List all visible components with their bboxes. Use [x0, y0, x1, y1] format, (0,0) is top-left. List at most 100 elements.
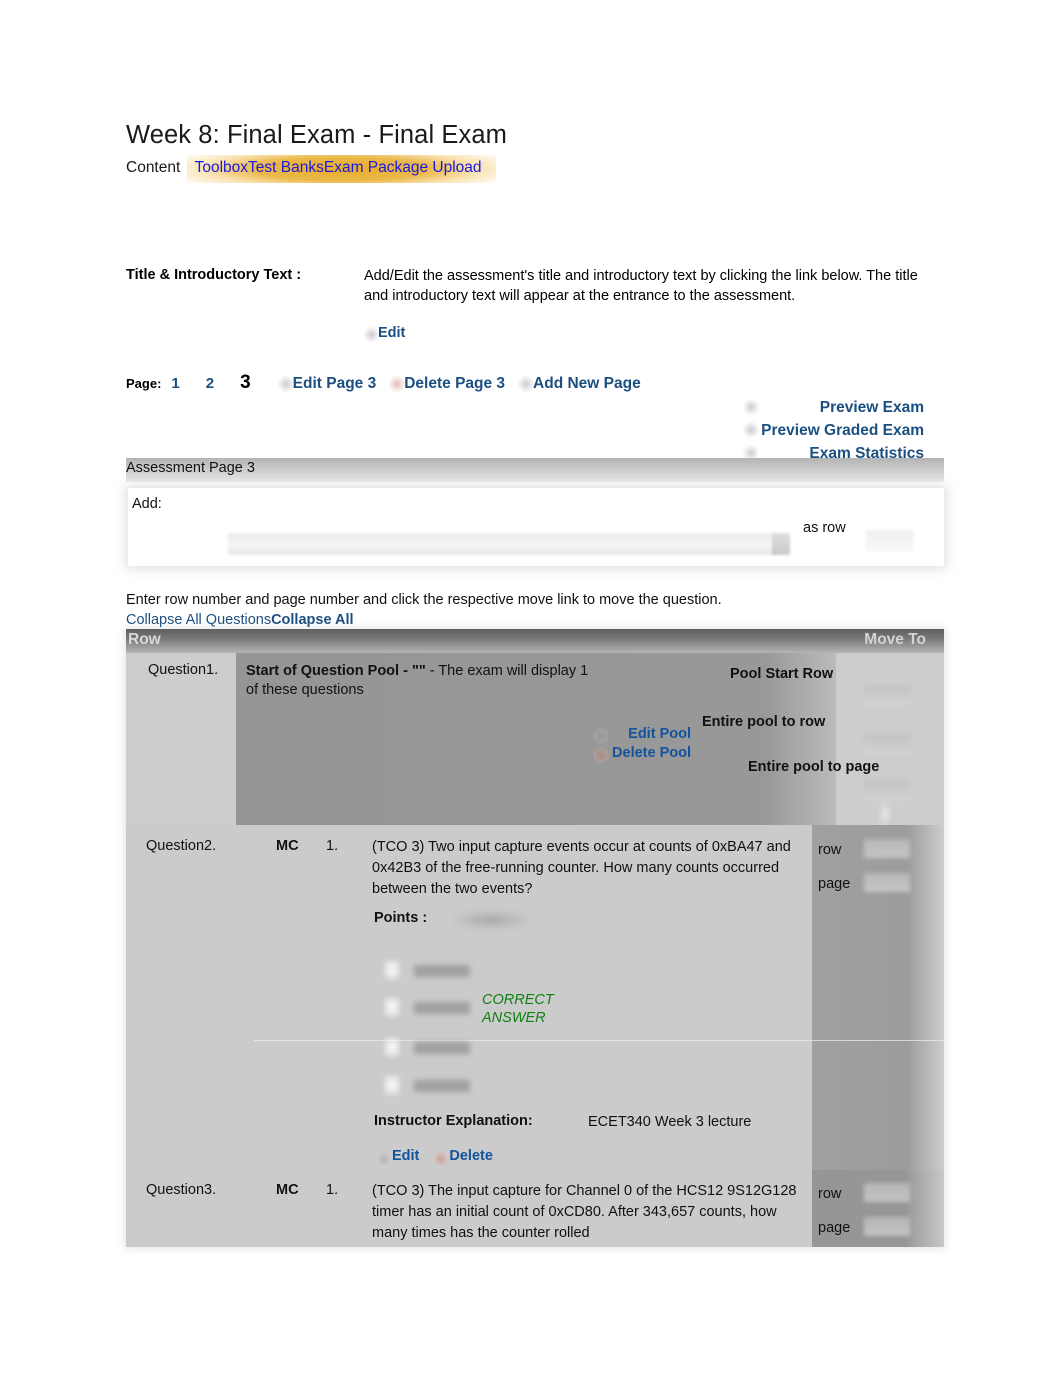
move-row-label: row — [818, 1186, 842, 1202]
question-index-label: Question3. — [146, 1182, 217, 1198]
question-type-label: MC — [276, 1182, 299, 1198]
delete-question-icon — [433, 1151, 450, 1167]
add-new-page-link[interactable]: Add New Page — [518, 375, 641, 392]
assessment-page-title: Assessment Page 3 — [126, 460, 255, 476]
move-row-input[interactable] — [864, 1183, 910, 1202]
table-row: Question1. Start of Question Pool - "" -… — [126, 653, 944, 827]
edit-pool-link[interactable]: Edit Pool — [593, 725, 691, 744]
preview-graded-exam-label: Preview Graded Exam — [761, 422, 924, 439]
questions-table-header: Row Move To — [126, 629, 944, 653]
choice-text-2 — [414, 1002, 470, 1014]
preview-exam-icon — [743, 399, 760, 415]
page-navigation: Page: 1 2 3 Edit Page 3 Delete Page 3 Add New … — [126, 372, 669, 394]
delete-page-label: Delete Page 3 — [404, 375, 506, 392]
add-item-type-select[interactable] — [228, 533, 776, 555]
delete-question-label: Delete — [449, 1148, 493, 1164]
page-current-3: 3 — [240, 372, 251, 393]
table-row: Question3. MC 1. (TCO 3) The input captu… — [126, 1170, 944, 1247]
edit-page-icon — [277, 376, 294, 392]
entire-pool-to-page-input[interactable] — [864, 781, 910, 800]
preview-exam-label: Preview Exam — [819, 399, 924, 416]
edit-title-intro-label: Edit — [378, 325, 406, 341]
correct-answer-badge: CORRECT ANSWER — [482, 992, 554, 1026]
page-title: Week 8: Final Exam - Final Exam — [126, 121, 507, 149]
add-new-page-label: Add New Page — [533, 375, 641, 392]
column-header-move-to: Move To — [864, 631, 926, 648]
edit-pool-label: Edit Pool — [628, 726, 691, 742]
pool-title-bold: Start of Question Pool - "" — [246, 663, 426, 679]
move-page-label: page — [818, 876, 851, 892]
edit-button-icon — [364, 327, 379, 342]
choice-radio-4[interactable] — [384, 1075, 400, 1095]
choice-text-1 — [414, 965, 470, 977]
question-index-label: Question2. — [146, 838, 217, 854]
instructor-explanation-label: Instructor Explanation: — [374, 1113, 533, 1129]
pool-start-row-label: Pool Start Row — [730, 666, 834, 682]
title-intro-description: Add/Edit the assessment's title and intr… — [364, 268, 918, 304]
edit-pool-icon — [593, 728, 609, 744]
question-text: (TCO 3) The input capture for Channel 0 … — [372, 1183, 797, 1241]
edit-question-icon — [376, 1151, 392, 1167]
choice-radio-2[interactable] — [384, 997, 400, 1017]
add-as-row-label: as row — [803, 520, 846, 536]
delete-page-icon — [389, 376, 406, 392]
edit-page-link[interactable]: Edit Page 3 — [277, 375, 377, 392]
exam-tools-nav: Preview Exam Preview Graded Exam Exam St… — [743, 396, 924, 465]
pool-start-row-input[interactable] — [864, 686, 910, 705]
pool-scroll-handle[interactable] — [878, 801, 892, 827]
collapse-links: Collapse All QuestionsCollapse All — [126, 612, 354, 628]
page-nav-label: Page: — [126, 376, 162, 391]
breadcrumb-link-exam-package-upload[interactable]: Exam Package Upload — [324, 159, 482, 176]
collapse-all-questions-link[interactable]: Collapse All Questions — [126, 612, 271, 628]
instructor-explanation-text: ECET340 Week 3 lecture — [588, 1114, 752, 1130]
choice-text-3 — [414, 1042, 470, 1054]
chevron-down-icon[interactable] — [772, 533, 790, 555]
question-number-label: 1. — [326, 838, 339, 854]
choice-radio-1[interactable] — [384, 960, 400, 980]
breadcrumb-link-test-banks[interactable]: Test Banks — [248, 159, 324, 176]
title-intro-label: Title & Introductory Text : — [126, 267, 302, 283]
edit-question-label: Edit — [392, 1148, 420, 1164]
pool-action-links: Edit Pool Delete Pool — [593, 725, 691, 763]
collapse-all-link[interactable]: Collapse All — [271, 612, 353, 628]
move-page-label: page — [818, 1220, 851, 1236]
questions-table-body: Question1. Start of Question Pool - "" -… — [126, 653, 944, 1247]
question-action-links: Edit Delete — [376, 1148, 523, 1167]
pool-title: Start of Question Pool - "" - The exam w… — [246, 662, 591, 700]
edit-page-label: Edit Page 3 — [292, 375, 377, 392]
move-page-input[interactable] — [864, 1217, 910, 1236]
entire-pool-to-row-label: Entire pool to row — [702, 714, 826, 730]
question-number-label: 1. — [326, 1182, 339, 1198]
page-link-1[interactable]: 1 — [171, 375, 179, 392]
move-row-input[interactable] — [864, 839, 910, 858]
row-divider — [254, 1040, 944, 1041]
move-instruction-text: Enter row number and page number and cli… — [126, 592, 722, 608]
preview-graded-exam-link[interactable]: Preview Graded Exam — [743, 419, 924, 442]
choice-radio-3[interactable] — [384, 1037, 400, 1057]
delete-page-link[interactable]: Delete Page 3 — [389, 375, 506, 392]
delete-pool-label: Delete Pool — [612, 745, 691, 761]
breadcrumb-static-label: Content — [126, 159, 181, 176]
points-label: Points : — [374, 910, 428, 926]
edit-title-intro-link[interactable]: Edit — [364, 325, 406, 342]
entire-pool-to-page-label: Entire pool to page — [748, 759, 880, 775]
questions-table: Row Move To Question1. Start of Question… — [126, 629, 944, 1247]
move-page-input[interactable] — [864, 873, 910, 892]
question-type-label: MC — [276, 838, 299, 854]
exam-editor-page: Week 8: Final Exam - Final Exam Content … — [0, 0, 1062, 1377]
page-link-2[interactable]: 2 — [206, 375, 214, 392]
add-as-row-input[interactable] — [866, 530, 914, 552]
move-row-label: row — [818, 842, 842, 858]
delete-question-link[interactable]: Delete — [433, 1148, 493, 1167]
preview-graded-exam-icon — [743, 422, 760, 438]
delete-pool-icon — [593, 747, 609, 763]
breadcrumb-link-group: ToolboxTest BanksExam Package Upload — [186, 155, 496, 183]
edit-question-link[interactable]: Edit — [376, 1148, 420, 1167]
choice-text-4 — [414, 1080, 470, 1092]
entire-pool-to-row-input[interactable] — [864, 735, 910, 754]
preview-exam-link[interactable]: Preview Exam — [743, 396, 924, 419]
points-value[interactable] — [456, 911, 526, 929]
delete-pool-link[interactable]: Delete Pool — [593, 744, 691, 763]
add-new-page-icon — [518, 376, 535, 392]
breadcrumb-link-toolbox[interactable]: Toolbox — [195, 159, 248, 176]
